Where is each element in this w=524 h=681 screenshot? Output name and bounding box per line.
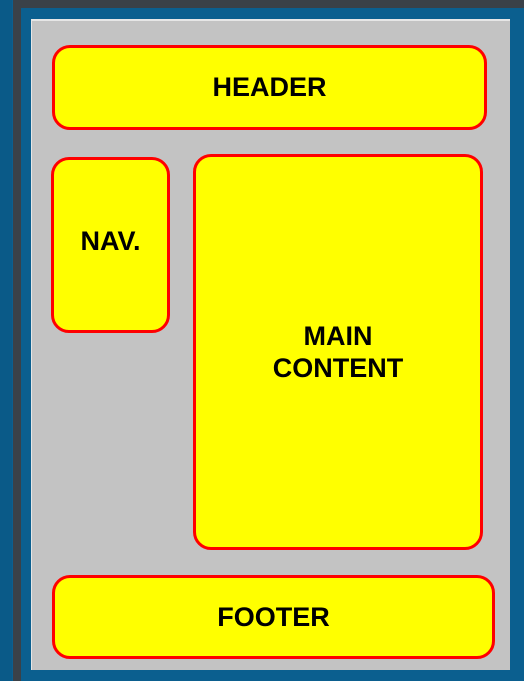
left-dark-border [13,8,21,681]
top-dark-border [13,0,524,8]
layout-diagram-canvas: HEADER NAV. MAIN CONTENT FOOTER [31,19,510,670]
nav-label: NAV. [80,225,141,256]
footer-box: FOOTER [52,575,495,659]
main-content-box: MAIN CONTENT [193,154,483,550]
main-content-label: MAIN CONTENT [272,320,404,383]
header-box: HEADER [52,45,487,130]
header-label: HEADER [212,72,327,103]
footer-label: FOOTER [217,601,330,632]
outer-blue-frame [0,0,12,681]
nav-box: NAV. [51,157,170,333]
